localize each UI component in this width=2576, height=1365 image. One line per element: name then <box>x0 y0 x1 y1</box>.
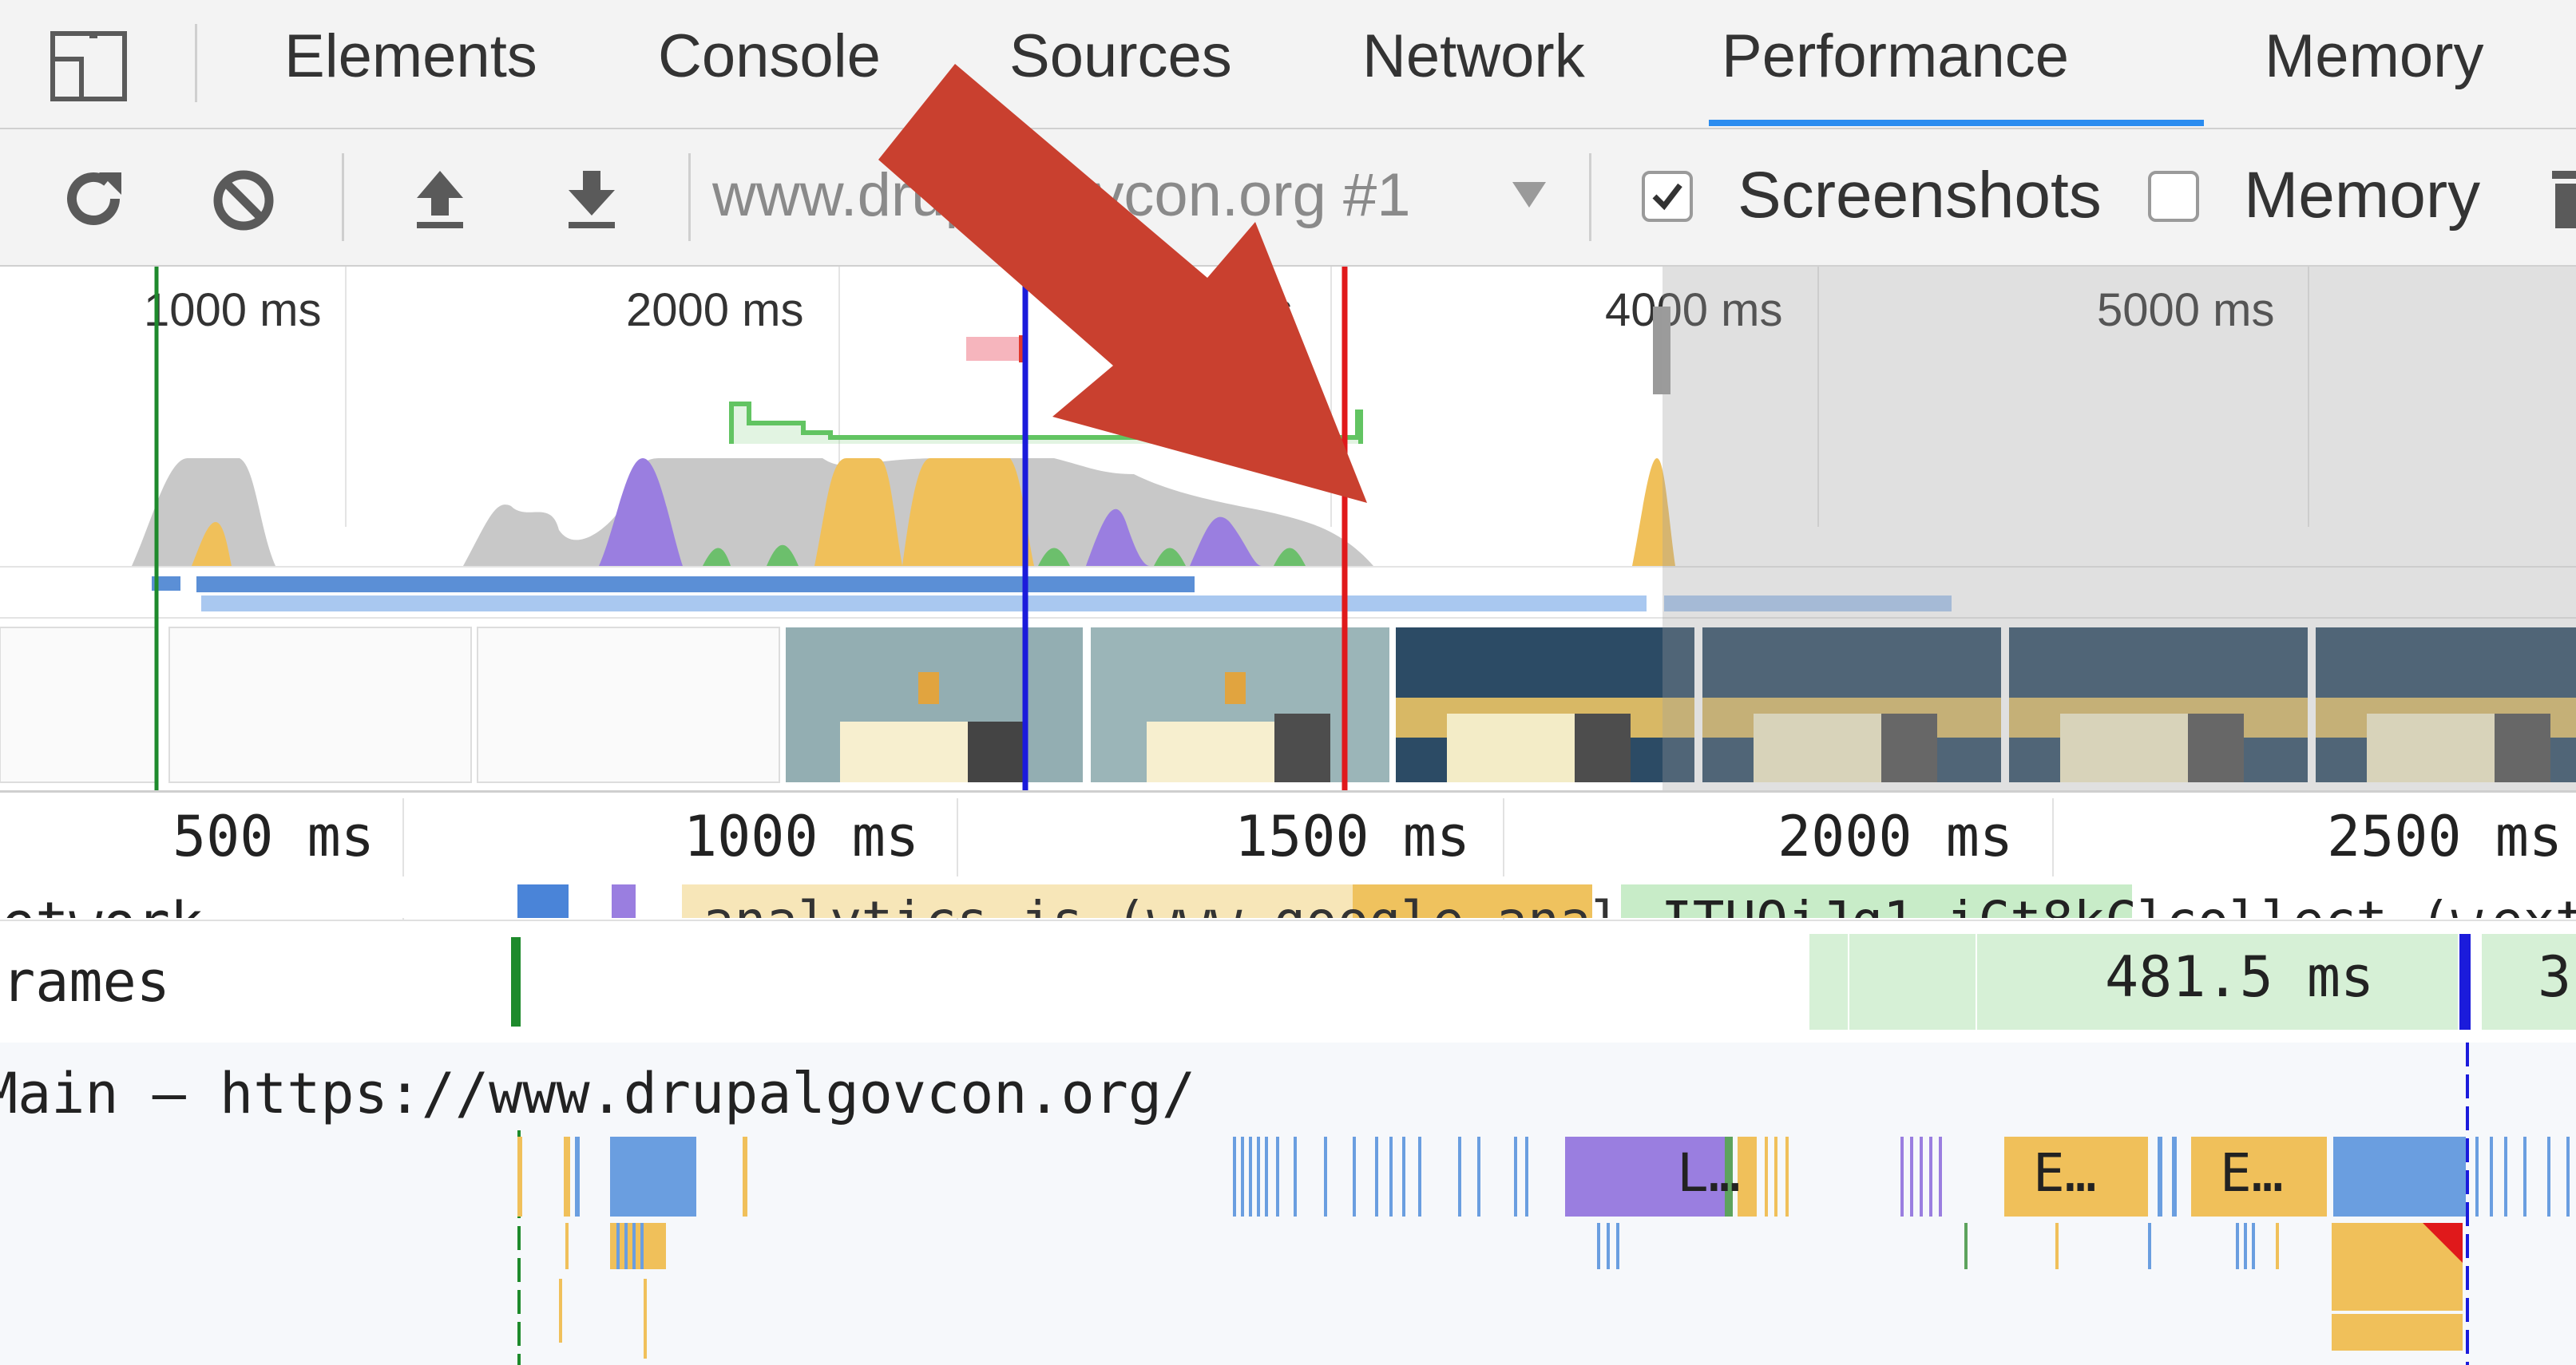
tab-performance[interactable]: Performance <box>1722 21 2069 93</box>
frames-track[interactable]: Frames 481.5 ms 3 <box>0 920 2576 1044</box>
network-request-label: ext... <box>2491 889 2576 918</box>
network-request[interactable] <box>612 884 636 918</box>
load-profile-icon[interactable] <box>406 166 474 235</box>
tab-sources[interactable]: Sources <box>1009 21 1232 93</box>
network-request[interactable] <box>517 884 569 918</box>
frame-marker <box>511 937 521 1027</box>
network-request-label: ITUOiJg1_iCt8kCl <box>1661 889 2169 918</box>
flame-block-label: L… <box>1677 1142 1741 1204</box>
performance-toolbar: www.drupalgovcon.org #1 Screenshots Memo… <box>0 129 2576 267</box>
devtools-tab-bar: Elements Console Sources Network Perform… <box>0 0 2576 129</box>
clear-icon[interactable] <box>209 166 278 235</box>
tab-memory[interactable]: Memory <box>2265 21 2483 93</box>
frame-divider <box>1848 934 1849 1030</box>
main-flame-chart[interactable] <box>0 1043 2576 1365</box>
toolbar-separator <box>342 153 344 241</box>
tab-console[interactable]: Console <box>658 21 881 93</box>
trash-icon[interactable] <box>2549 163 2576 235</box>
tab-elements[interactable]: Elements <box>284 21 537 93</box>
filmstrip-frame <box>1396 627 1694 782</box>
frame-divider <box>1976 934 1977 1030</box>
memory-checkbox[interactable] <box>2148 171 2199 222</box>
dropdown-caret-icon[interactable] <box>1511 179 1548 211</box>
profile-select[interactable]: www.drupalgovcon.org #1 <box>712 160 1411 231</box>
main-thread-track[interactable]: Main — https://www.drupalgovcon.org/ L… … <box>0 1043 2576 1365</box>
frame-duration: 481.5 ms <box>2105 944 2375 1010</box>
filmstrip-frame <box>786 627 1083 782</box>
frame-duration: 3 <box>2538 944 2572 1010</box>
ruler-tick: 1500 ms <box>1234 804 1471 869</box>
tab-network[interactable]: Network <box>1362 21 1585 93</box>
dcl-marker <box>2459 934 2471 1030</box>
checkmark-icon <box>1652 183 1682 211</box>
overview-unselected-range[interactable] <box>1663 267 2576 790</box>
network-track[interactable]: Network analytics.js (www.google-analyti… <box>0 876 2576 918</box>
tab-separator <box>195 24 197 102</box>
screenshots-label[interactable]: Screenshots <box>1738 160 2102 231</box>
device-toolbar-icon[interactable] <box>50 30 128 102</box>
ruler-tick: 1000 ms <box>684 804 920 869</box>
flame-block-label: E… <box>2033 1142 2097 1204</box>
active-tab-indicator <box>1709 120 2204 126</box>
frames-track-label: Frames <box>0 949 170 1015</box>
ruler-tick: 2000 ms <box>1777 804 2014 869</box>
ruler-tick: 500 ms <box>172 804 375 869</box>
flame-block-label: E… <box>2220 1142 2284 1204</box>
save-profile-icon[interactable] <box>557 166 626 235</box>
reload-icon[interactable] <box>59 164 128 233</box>
network-track-label: Network <box>0 891 204 918</box>
ruler-tick: 2500 ms <box>2327 804 2563 869</box>
toolbar-separator <box>1589 153 1591 241</box>
toolbar-separator <box>688 153 691 241</box>
memory-label[interactable]: Memory <box>2244 160 2480 231</box>
screenshots-checkbox[interactable] <box>1642 171 1693 222</box>
